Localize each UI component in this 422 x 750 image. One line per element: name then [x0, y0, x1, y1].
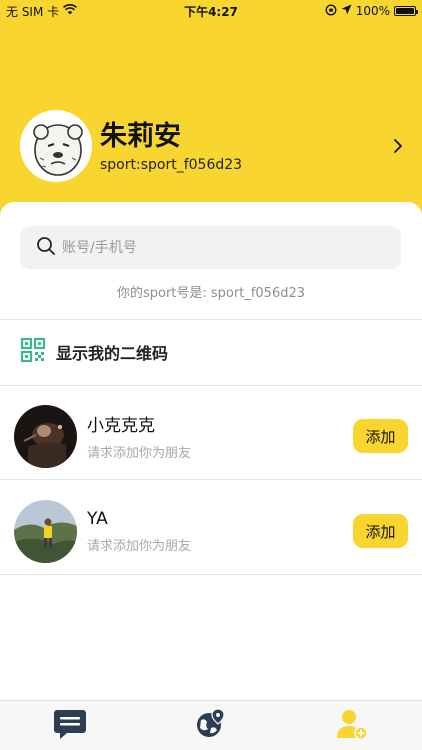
battery-icon	[394, 6, 418, 16]
globe-pin-icon	[195, 707, 227, 744]
friend-info: 小克克克 请求添加你为朋友	[87, 411, 353, 461]
divider	[0, 385, 422, 386]
friend-name: YA	[87, 508, 108, 529]
tab-bar	[0, 700, 422, 750]
friend-request-text: 请求添加你为朋友	[87, 538, 192, 554]
status-bar: 无 SIM 卡 下午4:27 100%	[0, 0, 422, 22]
show-qr-code-row[interactable]: 显示我的二维码	[0, 320, 422, 384]
friend-info: YA 请求添加你为朋友	[87, 509, 353, 554]
location-arrow-icon	[341, 4, 352, 18]
friend-name: 小克克克	[87, 416, 155, 436]
profile-header[interactable]: 朱莉安 sport:sport_f056d23	[20, 108, 408, 184]
tab-messages[interactable]	[40, 706, 100, 746]
tab-explore[interactable]	[181, 706, 241, 746]
carrier-label: 无 SIM 卡	[6, 4, 60, 19]
friend-request-row: YA 请求添加你为朋友 添加	[0, 484, 422, 578]
divider	[0, 479, 422, 480]
add-friend-button[interactable]: 添加	[353, 514, 408, 548]
profile-name: 朱莉安	[100, 121, 181, 152]
qr-code-icon	[20, 337, 46, 367]
friend-avatar[interactable]	[14, 404, 77, 468]
profile-text: 朱莉安 sport:sport_f056d23	[100, 119, 388, 173]
user-add-icon	[336, 708, 368, 744]
chat-bubble-icon	[53, 708, 87, 744]
status-bar-left: 无 SIM 卡	[6, 3, 78, 20]
wifi-icon	[63, 4, 78, 18]
search-input[interactable]	[62, 239, 362, 256]
search-bar[interactable]	[20, 226, 401, 269]
search-icon	[36, 236, 56, 260]
friend-request-text: 请求添加你为朋友	[87, 446, 192, 461]
orientation-lock-icon	[325, 4, 337, 19]
main-sheet: 你的sport号是: sport_f056d23	[0, 202, 422, 700]
divider	[0, 574, 422, 575]
friend-request-row: 小克克克 请求添加你为朋友 添加	[0, 389, 422, 483]
sport-id-hint: 你的sport号是: sport_f056d23	[116, 286, 306, 301]
avatar[interactable]	[20, 110, 92, 182]
profile-sport-id: sport:sport_f056d23	[100, 157, 243, 173]
tab-friends[interactable]	[322, 706, 382, 746]
qr-code-label: 显示我的二维码	[56, 344, 169, 363]
battery-percent: 100%	[355, 4, 390, 18]
status-bar-right: 100%	[325, 4, 418, 19]
friend-avatar[interactable]	[14, 499, 77, 563]
chevron-right-icon[interactable]	[388, 136, 408, 156]
add-friend-button[interactable]: 添加	[353, 419, 408, 453]
